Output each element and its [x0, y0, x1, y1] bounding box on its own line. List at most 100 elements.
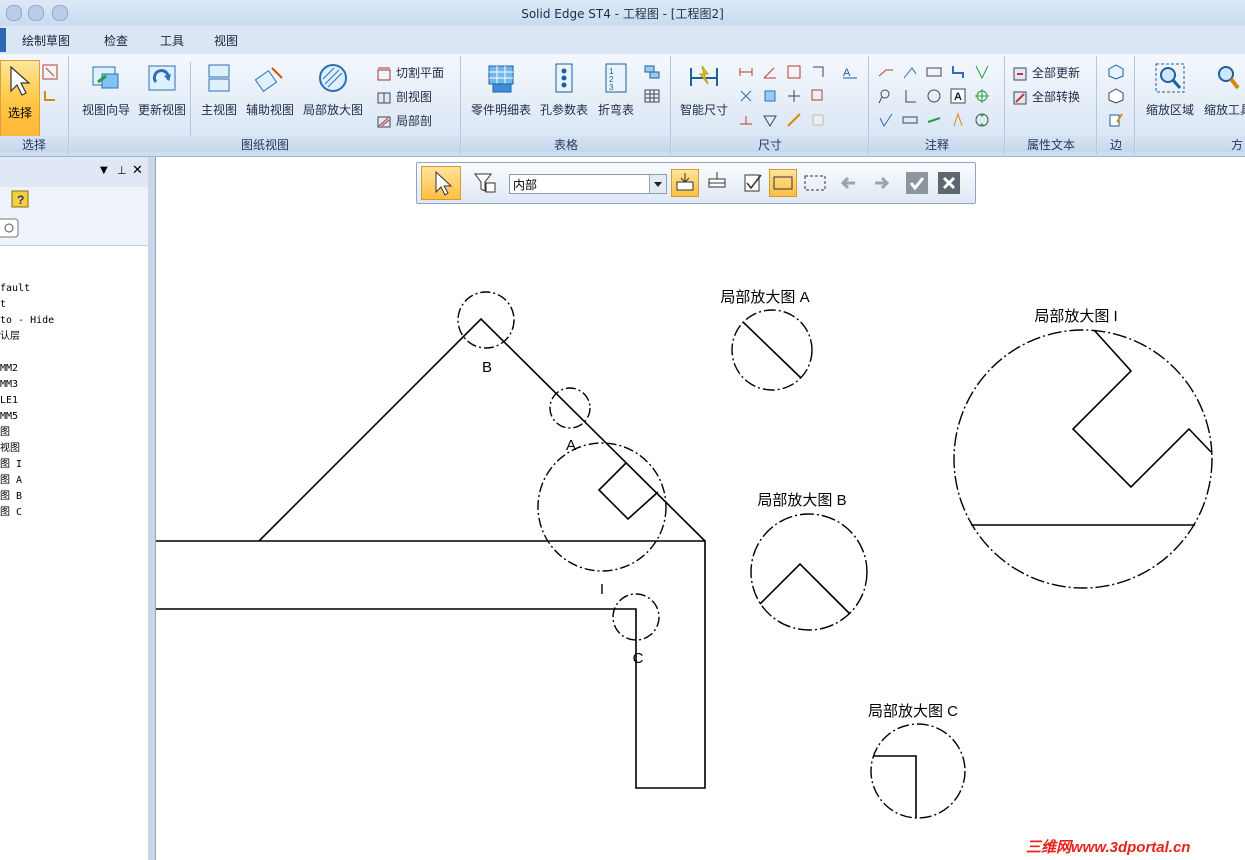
smart-dimension-button[interactable]: 智能尺寸	[676, 60, 732, 126]
update-view-button[interactable]: 更新视图	[132, 60, 192, 126]
select-button[interactable]: 选择	[0, 60, 40, 138]
detail-view-button[interactable]: 局部放大图	[300, 60, 366, 126]
fence-inside-icon	[773, 176, 793, 190]
cutting-plane-button[interactable]: 切割平面	[376, 64, 444, 84]
auxiliary-view-button[interactable]: 辅助视图	[242, 60, 298, 126]
cancel-button[interactable]	[935, 169, 963, 197]
accept-selection-button[interactable]	[739, 169, 767, 197]
angular-coordinate-icon[interactable]	[810, 64, 826, 80]
next-button[interactable]	[867, 169, 895, 197]
tab-inspect[interactable]: 检查	[104, 32, 128, 49]
tree-item[interactable]: 图 B	[0, 489, 54, 505]
tab-view[interactable]: 视图	[214, 32, 238, 49]
update-all-button[interactable]: 全部更新	[1012, 64, 1080, 84]
tab-sketch[interactable]: 绘制草图	[22, 32, 70, 49]
tree-item[interactable]: fault	[0, 281, 54, 297]
connector-icon[interactable]	[950, 64, 966, 80]
zoom-tool-button[interactable]: 缩放工具	[1198, 60, 1245, 126]
edge-painter-icon[interactable]	[1108, 112, 1124, 128]
bolt-circle-icon[interactable]	[974, 112, 990, 128]
bend-table-button[interactable]: 123 折弯表	[594, 60, 638, 126]
text-dimension-icon[interactable]: A	[842, 64, 858, 80]
angle-between-icon[interactable]	[762, 64, 778, 80]
balloon-icon[interactable]	[926, 64, 942, 80]
copy-attributes-icon[interactable]	[810, 88, 826, 104]
convert-all-button[interactable]: 全部转换	[1012, 88, 1080, 108]
dimension-axis-icon[interactable]	[738, 112, 754, 128]
callout-label-b: B	[482, 359, 492, 376]
handle-icon[interactable]	[42, 88, 58, 104]
tree-item[interactable]: t	[0, 297, 54, 313]
view-wizard-button[interactable]: 视图向导	[76, 60, 136, 126]
section-view-button[interactable]: 剖视图	[376, 88, 432, 108]
hide-edges-icon[interactable]	[1108, 88, 1124, 104]
principal-view-geometry[interactable]	[156, 317, 706, 789]
chamfer-dimension-icon[interactable]	[762, 88, 778, 104]
surface-texture-icon[interactable]	[878, 112, 894, 128]
coordinate-dimension-icon[interactable]	[786, 64, 802, 80]
detail-envelope-i[interactable]	[537, 442, 667, 572]
detail-view-c[interactable]: 局部放大图 C	[868, 703, 966, 819]
selection-type-dropdown[interactable]: 内部	[509, 174, 667, 194]
close-icon[interactable]: ✕	[132, 163, 143, 178]
dimension-style-icon[interactable]	[762, 112, 778, 128]
center-line-icon[interactable]	[926, 112, 942, 128]
accept-button[interactable]	[903, 169, 931, 197]
datum-frame-icon[interactable]	[902, 88, 918, 104]
pin-icon[interactable]: ⊥	[117, 164, 127, 177]
tree-item[interactable]: to - Hide	[0, 313, 54, 329]
parts-list-button[interactable]: 零件明细表	[466, 60, 536, 126]
edge-condition-icon[interactable]	[878, 88, 894, 104]
attention-icon[interactable]	[786, 88, 802, 104]
detail-view-a[interactable]: 局部放大图 A	[720, 289, 813, 391]
tree-item[interactable]: LE1	[0, 393, 54, 409]
distance-between-icon[interactable]	[738, 64, 754, 80]
tree-item[interactable]: 图	[0, 425, 54, 441]
text-box-icon[interactable]: A	[950, 88, 966, 104]
hole-table-button[interactable]: 孔参数表	[536, 60, 592, 126]
previous-button[interactable]	[835, 169, 863, 197]
show-edges-icon[interactable]	[1108, 64, 1124, 80]
chevron-down-icon[interactable]	[649, 175, 666, 193]
layer-tool-icon[interactable]	[0, 217, 20, 239]
broken-out-button[interactable]: 局部剖	[376, 112, 432, 132]
principal-view-button[interactable]: 主视图	[196, 60, 242, 126]
pane-menu-icon[interactable]: ▼	[100, 165, 108, 176]
pane-splitter[interactable]	[148, 157, 156, 860]
callout-label-i: I	[600, 581, 604, 598]
tree-item[interactable]: 认层	[0, 329, 54, 345]
help-icon[interactable]: ?	[10, 189, 30, 209]
select-filter-icon[interactable]	[42, 64, 58, 80]
tree-item[interactable]: MM2	[0, 361, 54, 377]
application-button[interactable]	[0, 28, 6, 52]
table-option-icon[interactable]	[644, 64, 660, 80]
detail-view-b[interactable]: 局部放大图 B	[750, 492, 868, 631]
zoom-area-button[interactable]: 缩放区域	[1140, 60, 1200, 126]
weld-symbol-icon[interactable]	[974, 64, 990, 80]
tree-item[interactable]: 图 C	[0, 505, 54, 521]
callout-icon[interactable]	[878, 64, 894, 80]
leader-icon[interactable]	[902, 64, 918, 80]
detail-view-i[interactable]: 局部放大图 I	[953, 308, 1213, 589]
tree-item[interactable]: MM5	[0, 409, 54, 425]
tab-tools[interactable]: 工具	[160, 32, 184, 49]
symbol-icon[interactable]	[950, 112, 966, 128]
drawing-sheet[interactable]: B A I C 局部放大图 A 局部放大图 I 局部放大图 B 局部放大图 C	[156, 157, 1245, 860]
datum-target-icon[interactable]	[926, 88, 942, 104]
tree-item[interactable]: MM3	[0, 377, 54, 393]
tree-item[interactable]: 图 I	[0, 457, 54, 473]
tree-item[interactable]: 视图	[0, 441, 54, 457]
select-tool-button[interactable]	[421, 166, 461, 200]
filter-button[interactable]	[471, 169, 499, 197]
overlap-fence-button[interactable]	[801, 169, 829, 197]
detail-envelope-b[interactable]	[457, 291, 515, 349]
bolt-hole-circle-icon[interactable]	[902, 112, 918, 128]
table-grid-icon[interactable]	[644, 88, 660, 104]
add-to-selection-button[interactable]	[671, 169, 699, 197]
dimension-edit-icon[interactable]	[786, 112, 802, 128]
center-mark-icon[interactable]	[974, 88, 990, 104]
symmetric-diameter-icon[interactable]	[738, 88, 754, 104]
inside-fence-button[interactable]	[769, 169, 797, 197]
tree-item[interactable]: 图 A	[0, 473, 54, 489]
remove-from-selection-button[interactable]	[703, 169, 731, 197]
